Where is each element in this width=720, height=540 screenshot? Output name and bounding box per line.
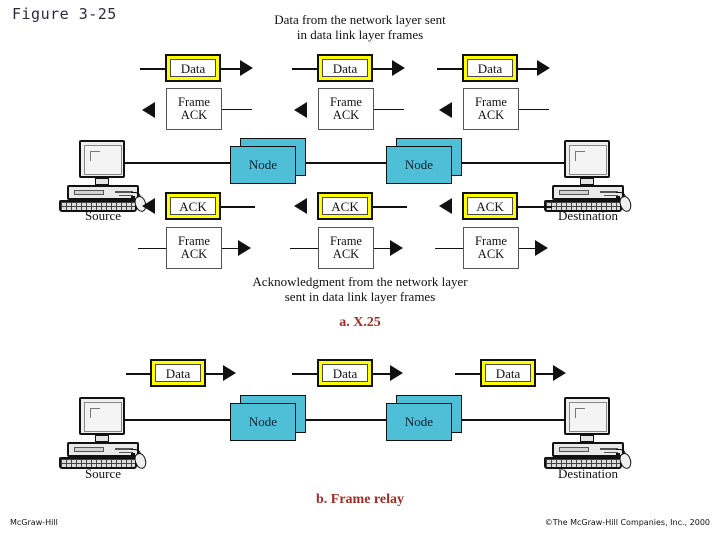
packet-label: Data	[322, 364, 368, 382]
arrow-right-icon	[553, 365, 566, 381]
monitor-stand-icon	[580, 435, 594, 442]
computer-case-icon	[67, 442, 139, 457]
screen-icon	[569, 402, 607, 432]
node-b2[interactable]: Node	[386, 395, 464, 443]
link-line	[455, 373, 481, 375]
part-b-network-row: Source Node Node Destination	[0, 0, 720, 481]
computer-destination-b[interactable]	[540, 397, 636, 471]
node-front-face: Node	[230, 403, 296, 441]
screen-icon	[84, 402, 122, 432]
packet-data-b2[interactable]: Data	[317, 359, 373, 387]
packet-data-b3[interactable]: Data	[480, 359, 536, 387]
packet-label: Data	[485, 364, 531, 382]
node-front-face: Node	[386, 403, 452, 441]
footer-left: McGraw-Hill	[10, 518, 58, 527]
monitor-icon	[564, 397, 610, 435]
backbone-line	[300, 419, 392, 421]
disk-drive-icon	[74, 447, 104, 452]
node-label: Node	[248, 414, 278, 429]
footer-right: ©The McGraw-Hill Companies, Inc., 2000	[544, 518, 710, 527]
part-b-label: b. Frame relay	[316, 492, 404, 507]
arrow-right-icon	[390, 365, 403, 381]
computer-case-icon	[552, 442, 624, 457]
monitor-icon	[79, 397, 125, 435]
node-b1[interactable]: Node	[230, 395, 308, 443]
link-line	[292, 373, 318, 375]
slide-canvas: Figure 3-25 Data from the network layer …	[0, 0, 720, 540]
source-label-b: Source	[84, 466, 122, 481]
packet-data-b1[interactable]: Data	[150, 359, 206, 387]
screen-glare-icon	[575, 408, 585, 418]
packet-label: Data	[155, 364, 201, 382]
screen-glare-icon	[90, 408, 100, 418]
destination-label-b: Destination	[558, 466, 618, 481]
diagram-part-b: Data Data Data Source Node Node Destinat…	[0, 0, 720, 510]
node-label: Node	[404, 414, 434, 429]
computer-source-b[interactable]	[55, 397, 151, 471]
monitor-stand-icon	[95, 435, 109, 442]
disk-drive-icon	[559, 447, 589, 452]
arrow-right-icon	[223, 365, 236, 381]
link-line	[126, 373, 152, 375]
